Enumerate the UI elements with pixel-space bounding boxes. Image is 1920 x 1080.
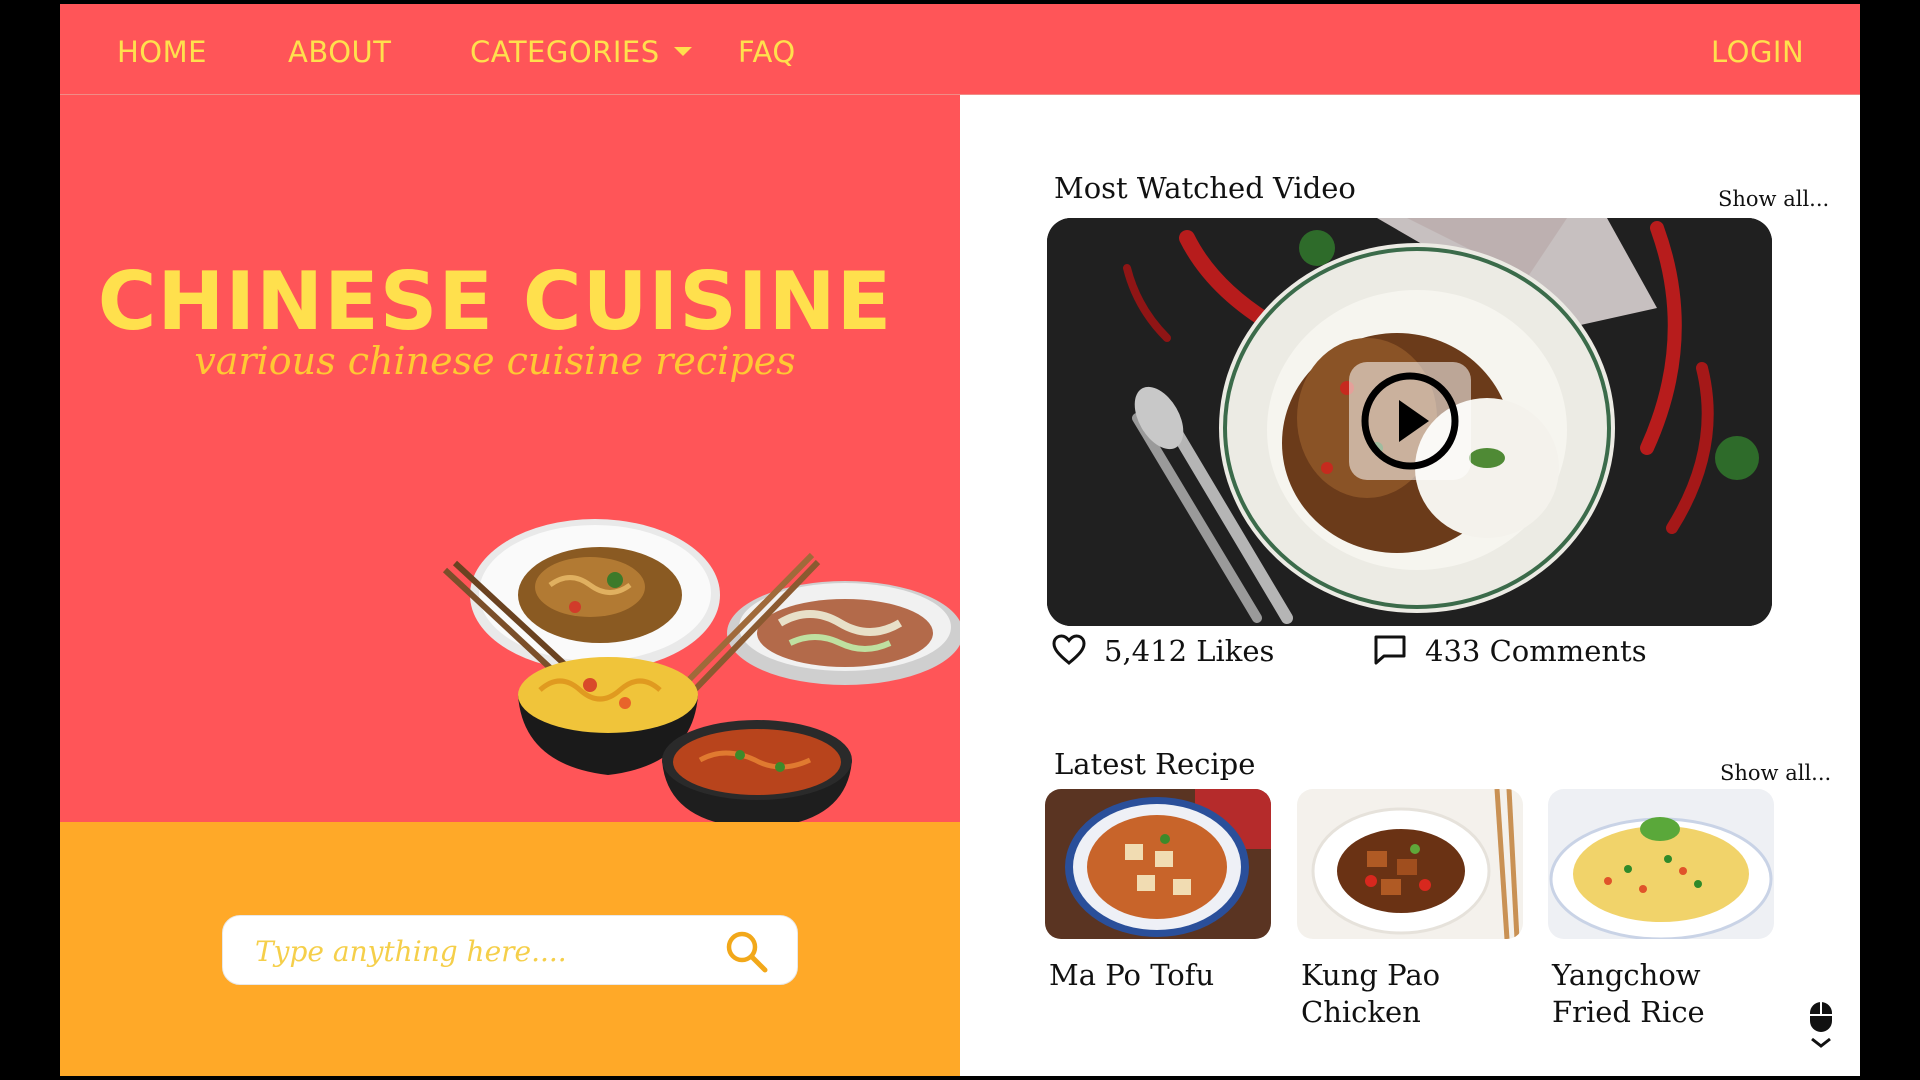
top-nav: HOME ABOUT CATEGORIES FAQ LOGIN — [60, 4, 1860, 95]
recipe-card-yangchow-fried-rice[interactable]: Yangchow Fried Rice — [1548, 789, 1774, 1031]
login-link[interactable]: LOGIN — [1711, 32, 1804, 72]
nav-faq-link[interactable]: FAQ — [738, 32, 796, 72]
app-frame: HOME ABOUT CATEGORIES FAQ LOGIN CHINESE … — [60, 4, 1860, 1076]
recipe-show-all-link[interactable]: Show all... — [1720, 761, 1831, 785]
latest-recipe-title: Latest Recipe — [1054, 747, 1256, 781]
chinese-dishes-illustration — [442, 519, 963, 825]
likes-stat[interactable]: 5,412 Likes — [1052, 631, 1274, 671]
most-watched-title: Most Watched Video — [1054, 171, 1356, 205]
comments-count: 433 Comments — [1425, 634, 1647, 668]
content-panel: Most Watched Video Show all... 5,412 Lik… — [960, 95, 1860, 1076]
search-icon[interactable] — [723, 928, 769, 974]
likes-count: 5,412 Likes — [1104, 634, 1275, 668]
nav-home-link[interactable]: HOME — [117, 32, 207, 72]
recipe-image — [1045, 789, 1271, 939]
recipe-name: Yangchow Fried Rice — [1552, 958, 1705, 1029]
search-input[interactable] — [253, 930, 717, 972]
hero-subtitle: various chinese cuisine recipes — [194, 339, 796, 383]
play-button[interactable] — [1349, 362, 1471, 480]
play-icon — [1361, 372, 1459, 470]
search-bar — [222, 915, 798, 985]
search-section — [60, 822, 960, 1076]
recipe-image — [1297, 789, 1523, 939]
hero-section: CHINESE CUISINE various chinese cuisine … — [60, 95, 963, 825]
recipe-name: Kung Pao Chicken — [1301, 958, 1441, 1029]
mouse-scroll-icon[interactable] — [1807, 1001, 1835, 1051]
nav-categories-label: CATEGORIES — [470, 35, 660, 69]
recipe-card-kung-pao-chicken[interactable]: Kung Pao Chicken — [1297, 789, 1523, 1031]
recipe-name: Ma Po Tofu — [1049, 958, 1215, 992]
hero-title: CHINESE CUISINE — [97, 255, 893, 348]
recipe-card-ma-po-tofu[interactable]: Ma Po Tofu — [1045, 789, 1271, 994]
comment-icon — [1374, 635, 1406, 665]
video-show-all-link[interactable]: Show all... — [1718, 187, 1829, 211]
comments-stat[interactable]: 433 Comments — [1373, 631, 1647, 671]
nav-categories-dropdown[interactable]: CATEGORIES — [470, 32, 692, 72]
heart-icon — [1052, 634, 1086, 665]
featured-video[interactable] — [1047, 218, 1772, 626]
nav-about-link[interactable]: ABOUT — [288, 32, 392, 72]
chevron-down-icon — [673, 46, 692, 56]
recipe-image — [1548, 789, 1774, 939]
